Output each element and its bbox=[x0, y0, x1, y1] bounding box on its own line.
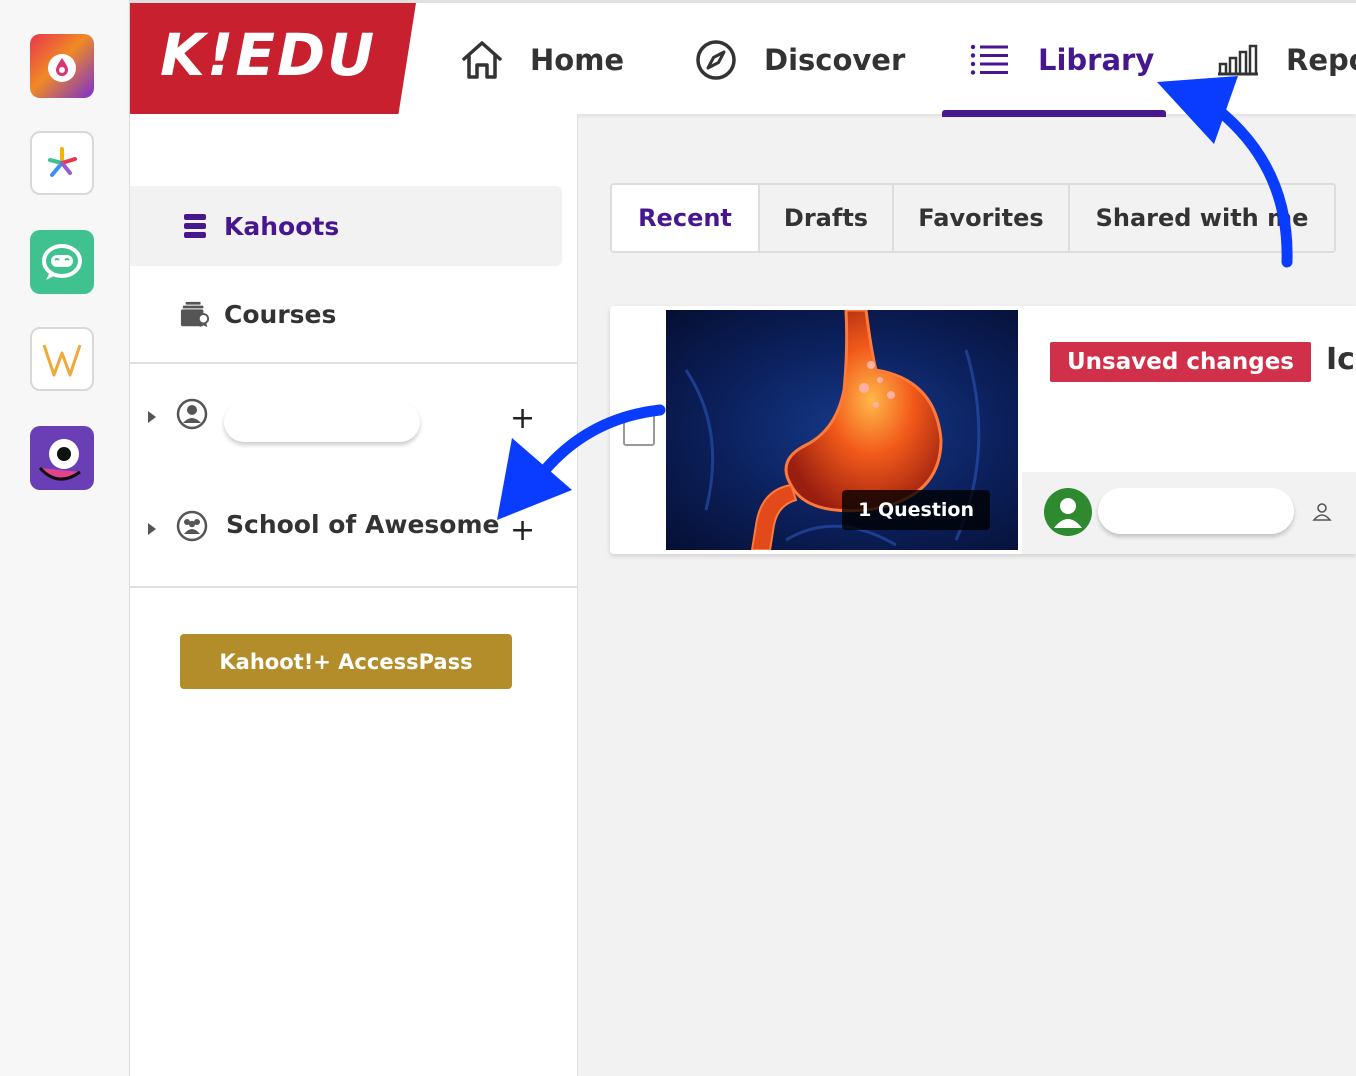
folder-personal[interactable]: + bbox=[130, 388, 578, 448]
user-circle-icon bbox=[176, 398, 210, 432]
compass-icon bbox=[694, 38, 738, 82]
kahoot-card[interactable]: 1 Question Unsaved changes Ic bbox=[610, 306, 1356, 554]
sidebar-divider bbox=[130, 586, 578, 588]
group-icon bbox=[176, 510, 210, 544]
chat-bot-app-icon[interactable] bbox=[30, 230, 94, 294]
nav-library-label: Library bbox=[1038, 43, 1155, 77]
pinwheel-app-icon[interactable] bbox=[30, 131, 94, 195]
nav-discover-label: Discover bbox=[764, 43, 906, 77]
select-checkbox[interactable] bbox=[623, 414, 655, 446]
person-icon bbox=[1312, 502, 1332, 522]
card-footer bbox=[1022, 472, 1356, 554]
accesspass-button[interactable]: Kahoot!+ AccessPass bbox=[180, 634, 512, 689]
nav-library[interactable]: Library bbox=[968, 3, 1154, 117]
nav-discover[interactable]: Discover bbox=[694, 3, 905, 117]
top-navigation-bar: K!EDU Home Discover Library Repo bbox=[130, 0, 1356, 117]
sidebar-item-courses-label: Courses bbox=[224, 299, 337, 329]
folder-name-redacted bbox=[224, 402, 420, 442]
brand-logo[interactable]: K!EDU bbox=[130, 3, 420, 117]
drop-app-icon[interactable] bbox=[30, 34, 94, 98]
bar-chart-icon bbox=[1216, 38, 1260, 82]
nav-home-label: Home bbox=[530, 43, 625, 77]
avatar[interactable] bbox=[1044, 488, 1092, 536]
tab-recent[interactable]: Recent bbox=[612, 185, 760, 251]
nav-reports-label: Repo bbox=[1286, 43, 1356, 77]
sidebar-item-courses[interactable]: Courses bbox=[130, 274, 562, 354]
question-count-badge: 1 Question bbox=[842, 490, 990, 530]
kahoot-title[interactable]: Ic bbox=[1326, 342, 1355, 377]
add-folder-icon[interactable]: + bbox=[510, 516, 535, 546]
w-letter-app-icon[interactable] bbox=[30, 327, 94, 391]
courses-icon bbox=[180, 299, 210, 329]
tab-drafts[interactable]: Drafts bbox=[760, 185, 894, 251]
nav-reports[interactable]: Repo bbox=[1216, 3, 1356, 117]
stack-icon bbox=[180, 211, 210, 241]
expand-caret-icon[interactable] bbox=[148, 411, 156, 423]
folder-name-label: School of Awesome bbox=[226, 510, 500, 539]
expand-caret-icon[interactable] bbox=[148, 523, 156, 535]
add-folder-icon[interactable]: + bbox=[510, 404, 535, 434]
sidebar-item-kahoots[interactable]: Kahoots bbox=[130, 186, 562, 266]
sidebar-item-kahoots-label: Kahoots bbox=[224, 211, 340, 241]
tab-favorites[interactable]: Favorites bbox=[894, 185, 1070, 251]
home-icon bbox=[460, 38, 504, 82]
one-eyed-monster-app-icon[interactable] bbox=[30, 426, 94, 490]
active-tab-indicator bbox=[942, 110, 1166, 117]
library-filter-tabs: Recent Drafts Favorites Shared with me bbox=[610, 183, 1336, 253]
sidebar-divider bbox=[130, 362, 578, 364]
library-sidebar: Kahoots Courses + School of Awesome + Ka… bbox=[130, 114, 578, 1076]
nav-home[interactable]: Home bbox=[460, 3, 624, 117]
tab-shared-with-me[interactable]: Shared with me bbox=[1070, 185, 1334, 251]
folder-school-of-awesome[interactable]: School of Awesome + bbox=[130, 500, 578, 560]
kahoot-thumbnail[interactable]: 1 Question bbox=[666, 310, 1018, 550]
brand-logo-text: K!EDU bbox=[160, 21, 377, 89]
app-rail bbox=[0, 0, 130, 1076]
list-icon bbox=[968, 38, 1012, 82]
owner-name-redacted bbox=[1098, 488, 1294, 534]
unsaved-changes-badge: Unsaved changes bbox=[1050, 342, 1311, 382]
